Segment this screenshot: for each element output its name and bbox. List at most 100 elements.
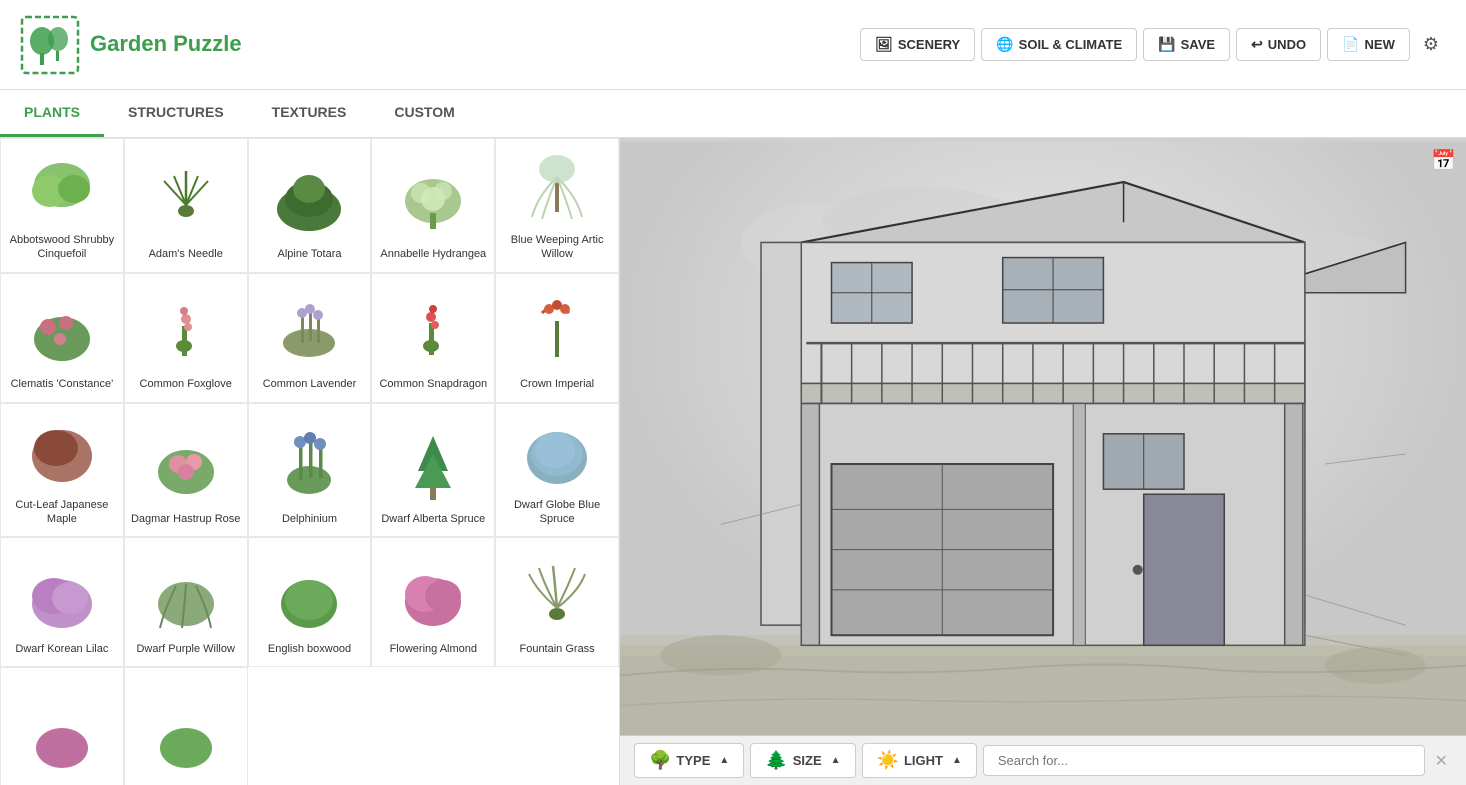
light-sun-icon: ☀️	[877, 750, 899, 771]
tab-structures[interactable]: STRUCTURES	[104, 90, 248, 137]
plant-item-blue-weeping[interactable]: Blue Weeping Artic Willow	[495, 138, 619, 273]
filter-bar: 🌳 TYPE ▲ 🌲 SIZE ▲ ☀️ LIGHT ▲ ✕	[620, 735, 1466, 785]
save-icon: 💾	[1158, 36, 1175, 53]
house-svg	[620, 138, 1466, 785]
plant-item-english-boxwood[interactable]: English boxwood	[248, 537, 372, 667]
light-filter[interactable]: ☀️ LIGHT ▲	[862, 743, 977, 778]
plant-item-extra2[interactable]	[124, 667, 248, 785]
plant-img-dwarf-purple-willow	[146, 556, 226, 636]
plant-name-delphinium: Delphinium	[282, 512, 337, 526]
plant-img-cut-leaf-maple	[22, 412, 102, 492]
plant-item-delphinium[interactable]: Delphinium	[248, 403, 372, 538]
plant-item-flowering-almond[interactable]: Flowering Almond	[371, 537, 495, 667]
type-arrow-icon: ▲	[719, 755, 729, 766]
save-label: SAVE	[1181, 37, 1215, 52]
plant-name-dwarf-alberta-spruce: Dwarf Alberta Spruce	[381, 512, 485, 526]
plant-item-annabelle[interactable]: Annabelle Hydrangea	[371, 138, 495, 273]
plant-img-crown-imperial	[517, 291, 597, 371]
type-tree-icon: 🌳	[649, 750, 671, 771]
plant-img-delphinium	[269, 426, 349, 506]
undo-label: UNDO	[1268, 37, 1306, 52]
plant-img-english-boxwood	[269, 556, 349, 636]
plant-img-flowering-almond	[393, 556, 473, 636]
save-button[interactable]: 💾 SAVE	[1143, 28, 1230, 61]
plant-name-dwarf-purple-willow: Dwarf Purple Willow	[136, 642, 234, 656]
light-arrow-icon: ▲	[952, 755, 962, 766]
plant-name-dagmar-rose: Dagmar Hastrup Rose	[131, 512, 240, 526]
plant-img-dwarf-globe-blue	[517, 412, 597, 492]
plant-img-common-lavender	[269, 291, 349, 371]
plant-img-extra1	[22, 700, 102, 780]
plant-img-alpine-totara	[269, 161, 349, 241]
plant-item-dwarf-globe-blue[interactable]: Dwarf Globe Blue Spruce	[495, 403, 619, 538]
plant-item-dwarf-alberta-spruce[interactable]: Dwarf Alberta Spruce	[371, 403, 495, 538]
scenery-button[interactable]: 🖼 SCENERY	[860, 28, 975, 61]
plant-item-adams-needle[interactable]: Adam's Needle	[124, 138, 248, 273]
plant-img-fountain-grass	[517, 556, 597, 636]
plant-name-common-lavender: Common Lavender	[263, 377, 357, 391]
size-filter-label: SIZE	[793, 753, 822, 768]
plant-img-common-snapdragon	[393, 291, 473, 371]
plant-name-alpine-totara: Alpine Totara	[277, 247, 341, 261]
plant-name-clematis: Clematis 'Constance'	[11, 377, 114, 391]
plant-item-dwarf-purple-willow[interactable]: Dwarf Purple Willow	[124, 537, 248, 667]
plant-name-flowering-almond: Flowering Almond	[390, 642, 477, 656]
undo-button[interactable]: ↩ UNDO	[1236, 28, 1321, 61]
logo-icon	[20, 15, 80, 75]
plant-item-cut-leaf-maple[interactable]: Cut-Leaf Japanese Maple	[0, 403, 124, 538]
undo-icon: ↩	[1251, 36, 1263, 53]
plant-item-abbotswood[interactable]: Abbotswood Shrubby Cinquefoil	[0, 138, 124, 273]
plant-name-fountain-grass: Fountain Grass	[519, 642, 594, 656]
search-clear-icon[interactable]: ✕	[1431, 747, 1452, 775]
plant-name-crown-imperial: Crown Imperial	[520, 377, 594, 391]
soil-climate-icon: 🌐	[996, 36, 1013, 53]
plant-name-adams-needle: Adam's Needle	[149, 247, 223, 261]
size-arrow-icon: ▲	[831, 755, 841, 766]
header: Garden Puzzle 🖼 SCENERY 🌐 SOIL & CLIMATE…	[0, 0, 1466, 90]
settings-button[interactable]: ⚙	[1416, 27, 1446, 62]
plant-name-cut-leaf-maple: Cut-Leaf Japanese Maple	[5, 498, 119, 527]
search-input[interactable]	[983, 745, 1425, 776]
plant-item-alpine-totara[interactable]: Alpine Totara	[248, 138, 372, 273]
calendar-icon[interactable]: 📅	[1431, 148, 1456, 173]
plant-panel: Abbotswood Shrubby Cinquefoil Adam's Nee…	[0, 138, 620, 785]
plant-item-extra1[interactable]	[0, 667, 124, 785]
plant-img-clematis	[22, 291, 102, 371]
soil-climate-button[interactable]: 🌐 SOIL & CLIMATE	[981, 28, 1137, 61]
plant-item-common-snapdragon[interactable]: Common Snapdragon	[371, 273, 495, 403]
new-button[interactable]: 📄 NEW	[1327, 28, 1410, 61]
tab-textures[interactable]: TEXTURES	[248, 90, 371, 137]
plant-img-dagmar-rose	[146, 426, 226, 506]
plant-item-clematis[interactable]: Clematis 'Constance'	[0, 273, 124, 403]
house-sketch	[620, 138, 1466, 785]
plant-img-dwarf-alberta-spruce	[393, 426, 473, 506]
plant-grid: Abbotswood Shrubby Cinquefoil Adam's Nee…	[0, 138, 619, 785]
plant-item-crown-imperial[interactable]: Crown Imperial	[495, 273, 619, 403]
plant-item-fountain-grass[interactable]: Fountain Grass	[495, 537, 619, 667]
plant-img-adams-needle	[146, 161, 226, 241]
plant-item-common-lavender[interactable]: Common Lavender	[248, 273, 372, 403]
tabs: PLANTS STRUCTURES TEXTURES CUSTOM	[0, 90, 1466, 138]
scenery-label: SCENERY	[898, 37, 960, 52]
size-filter[interactable]: 🌲 SIZE ▲	[750, 743, 855, 778]
tab-custom[interactable]: CUSTOM	[370, 90, 478, 137]
scenery-icon: 🖼	[875, 36, 893, 53]
plant-name-common-foxglove: Common Foxglove	[140, 377, 232, 391]
scenery-area: 📅 🌳 TYPE ▲ 🌲 SIZE ▲ ☀️ LIGHT ▲ ✕	[620, 138, 1466, 785]
plant-item-common-foxglove[interactable]: Common Foxglove	[124, 273, 248, 403]
plant-name-abbotswood: Abbotswood Shrubby Cinquefoil	[5, 233, 119, 262]
size-tree-icon: 🌲	[765, 750, 787, 771]
tab-plants[interactable]: PLANTS	[0, 90, 104, 137]
plant-img-blue-weeping	[517, 147, 597, 227]
plant-name-annabelle: Annabelle Hydrangea	[380, 247, 486, 261]
type-filter[interactable]: 🌳 TYPE ▲	[634, 743, 744, 778]
plant-name-english-boxwood: English boxwood	[268, 642, 351, 656]
app-title: Garden Puzzle	[90, 31, 242, 57]
plant-img-annabelle	[393, 161, 473, 241]
plant-item-dagmar-rose[interactable]: Dagmar Hastrup Rose	[124, 403, 248, 538]
plant-item-dwarf-korean-lilac[interactable]: Dwarf Korean Lilac	[0, 537, 124, 667]
plant-name-blue-weeping: Blue Weeping Artic Willow	[500, 233, 614, 262]
plant-img-dwarf-korean-lilac	[22, 556, 102, 636]
new-label: NEW	[1365, 37, 1395, 52]
header-actions: 🖼 SCENERY 🌐 SOIL & CLIMATE 💾 SAVE ↩ UNDO…	[860, 27, 1446, 62]
